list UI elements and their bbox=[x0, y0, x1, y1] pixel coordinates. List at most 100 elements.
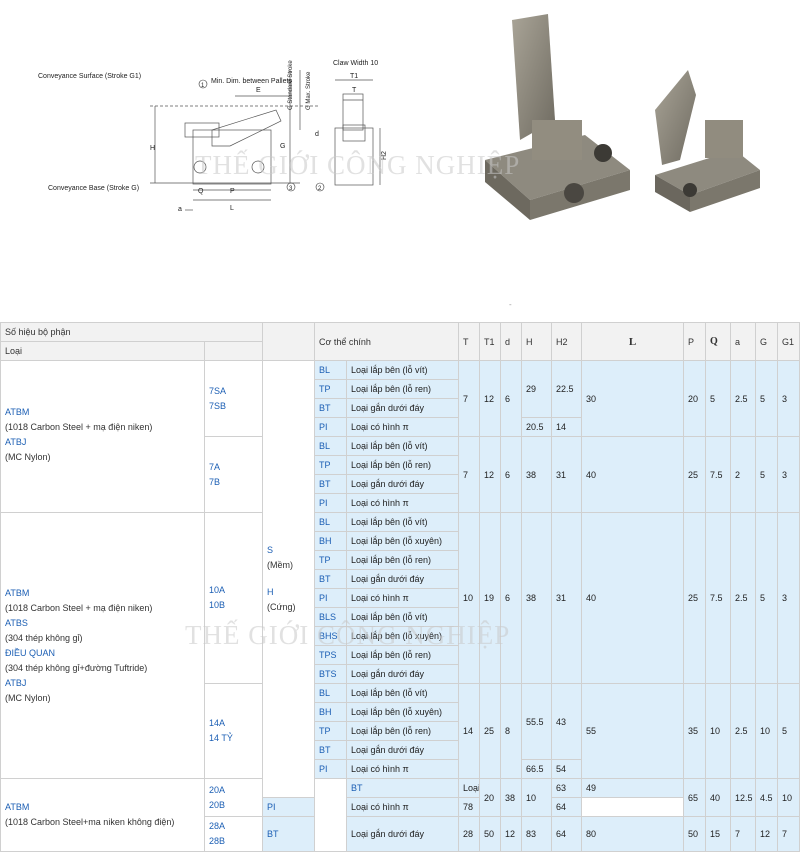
header-body: Cơ thể chính bbox=[314, 322, 459, 361]
val-a: 2.5 bbox=[730, 683, 756, 779]
val-g: 10 bbox=[777, 778, 800, 817]
hardness-code[interactable]: H bbox=[267, 585, 310, 600]
size-code[interactable]: 10A bbox=[209, 583, 258, 598]
dim-l: L bbox=[230, 205, 234, 212]
material-code[interactable]: ĐIỀU QUAN bbox=[5, 646, 200, 661]
body-desc: Loại gắn dưới đáy bbox=[346, 664, 459, 684]
val-g1: 3 bbox=[777, 360, 800, 437]
val-q: 7.5 bbox=[705, 436, 731, 513]
size-code[interactable]: 7A bbox=[209, 460, 258, 475]
material-code[interactable]: ATBJ bbox=[5, 435, 200, 450]
val-h2: 31 bbox=[551, 512, 582, 684]
body-code[interactable]: PI bbox=[314, 588, 347, 608]
val-g: 5 bbox=[755, 360, 778, 437]
material-code[interactable]: ATBM bbox=[5, 405, 200, 420]
size-code[interactable]: 7SB bbox=[209, 399, 258, 414]
val-d: 6 bbox=[500, 360, 522, 437]
material-desc: (MC Nylon) bbox=[5, 452, 51, 462]
body-desc: Loại lắp bên (lỗ ren) bbox=[346, 455, 459, 475]
body-code[interactable]: BTS bbox=[314, 664, 347, 684]
body-code[interactable]: TP bbox=[314, 455, 347, 475]
body-desc: Loại lắp bên (lỗ vít) bbox=[346, 360, 459, 380]
header-g: G bbox=[755, 322, 778, 361]
material-desc: (MC Nylon) bbox=[5, 692, 51, 703]
body-code[interactable]: BL bbox=[314, 683, 347, 703]
dim-a: a bbox=[178, 206, 182, 213]
val-l: 40 bbox=[581, 512, 684, 684]
size-code[interactable]: 7B bbox=[209, 475, 258, 490]
material-code[interactable]: ATBS bbox=[5, 616, 200, 631]
body-code[interactable]: TPS bbox=[314, 645, 347, 665]
body-code[interactable]: BLS bbox=[314, 607, 347, 627]
body-code[interactable]: BH bbox=[314, 531, 347, 551]
val-t: 28 bbox=[458, 816, 480, 852]
body-code[interactable]: PI bbox=[314, 493, 347, 513]
val-t1: 12 bbox=[479, 436, 501, 513]
body-code[interactable]: BT bbox=[314, 474, 347, 494]
material-code[interactable]: ATBM bbox=[5, 800, 200, 815]
body-desc: Loại lắp bên (lỗ vít) bbox=[346, 607, 459, 627]
standard-stroke-label: G Standard Stroke bbox=[288, 60, 294, 110]
val-l: 30 bbox=[581, 360, 684, 437]
body-desc: Loại gắn dưới đáy bbox=[346, 474, 459, 494]
material-code[interactable]: ATBM bbox=[5, 586, 200, 601]
header-part-no: Số hiệu bộ phận bbox=[0, 322, 263, 342]
body-code[interactable]: TP bbox=[314, 379, 347, 399]
dim-g: G bbox=[280, 143, 285, 150]
header-g1: G1 bbox=[777, 322, 800, 361]
product-figure: Conveyance Surface (Stroke G1) Conveyanc… bbox=[0, 0, 800, 300]
material-desc: (304 thép không gỉ+đường Tuftride) bbox=[5, 662, 148, 673]
hardness-code[interactable]: S bbox=[267, 543, 310, 558]
body-desc: Loại gắn dưới đáy bbox=[346, 398, 459, 418]
body-code[interactable]: BH bbox=[314, 702, 347, 722]
material-code[interactable]: ATBJ bbox=[5, 676, 200, 691]
body-code[interactable]: BT bbox=[314, 398, 347, 418]
val-q: 7.5 bbox=[705, 512, 731, 684]
body-desc: Loại lắp bên (lỗ vít) bbox=[346, 512, 459, 532]
val-t1: 19 bbox=[479, 512, 501, 684]
body-code[interactable]: BT bbox=[314, 740, 347, 760]
spec-table: Số hiệu bộ phận Cơ thể chính T T1 d H H2… bbox=[0, 322, 800, 852]
val-h2: 49 bbox=[581, 778, 684, 798]
hardness-empty bbox=[314, 778, 347, 852]
size-code[interactable]: 10B bbox=[209, 598, 258, 613]
table-row: ATBM (1018 Carbon Steel + mạ điện niken)… bbox=[0, 512, 800, 779]
body-code[interactable]: BL bbox=[314, 436, 347, 456]
material-desc: (1018 Carbon Steel + mạ điện niken) bbox=[5, 602, 153, 613]
val-t: 14 bbox=[458, 683, 480, 779]
val-d: 8 bbox=[500, 683, 522, 779]
body-code[interactable]: BL bbox=[314, 360, 347, 380]
size-code[interactable]: 20B bbox=[209, 798, 258, 813]
val-q: 15 bbox=[705, 816, 731, 852]
body-desc: Loại có hình π bbox=[346, 797, 459, 817]
body-code[interactable]: BHS bbox=[314, 626, 347, 646]
body-code[interactable]: PI bbox=[314, 417, 347, 437]
body-code[interactable]: PI bbox=[262, 797, 315, 817]
size-code[interactable]: 28B bbox=[209, 834, 258, 849]
val-p: 25 bbox=[683, 512, 706, 684]
val-q: 12.5 bbox=[730, 778, 756, 817]
header-a: a bbox=[730, 322, 756, 361]
size-code[interactable]: 14A bbox=[209, 716, 258, 731]
val-l: 55 bbox=[581, 683, 684, 779]
val-h2-pi: 54 bbox=[551, 759, 582, 779]
size-code[interactable]: 28A bbox=[209, 819, 258, 834]
body-code[interactable]: BT bbox=[262, 816, 315, 852]
body-code[interactable]: BT bbox=[346, 778, 459, 798]
size-code[interactable]: 14 TỶ bbox=[209, 731, 258, 746]
body-code[interactable]: PI bbox=[314, 759, 347, 779]
material-desc: (1018 Carbon Steel + mạ điện niken) bbox=[5, 422, 153, 432]
body-desc: Loại có hình π bbox=[346, 759, 459, 779]
val-p: 20 bbox=[683, 360, 706, 437]
material-cell-g2: ATBM (1018 Carbon Steel + mạ điện niken)… bbox=[0, 512, 205, 779]
size-code[interactable]: 7SA bbox=[209, 384, 258, 399]
size-cell: 20A 20B bbox=[204, 778, 263, 817]
body-code[interactable]: BL bbox=[314, 512, 347, 532]
body-code[interactable]: BT bbox=[314, 569, 347, 589]
body-desc: Loại gắn dưới đáy bbox=[346, 740, 459, 760]
body-code[interactable]: TP bbox=[314, 550, 347, 570]
header-p: P bbox=[683, 322, 706, 361]
size-code[interactable]: 20A bbox=[209, 783, 258, 798]
body-code[interactable]: TP bbox=[314, 721, 347, 741]
dim-p: P bbox=[230, 188, 235, 195]
